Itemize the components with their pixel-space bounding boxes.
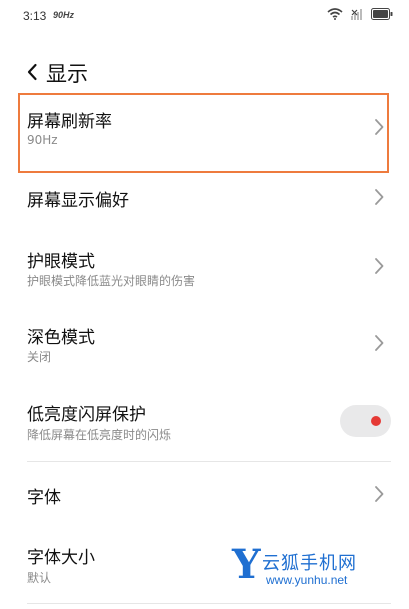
page-header: 显示 [0,52,409,92]
watermark-url: www.yunhu.net [266,573,348,587]
signal-off-icon [351,9,362,20]
chevron-right-icon [375,189,384,205]
toggle-indicator [371,416,381,426]
setting-row-refresh-rate[interactable]: 屏幕刷新率 90Hz [0,100,409,170]
section-divider [27,603,391,604]
watermark-logo: Y 云狐手机网 www.yunhu.net [232,541,392,595]
setting-row-font[interactable]: 字体 [0,475,409,515]
wifi-icon [327,8,343,20]
setting-row-dark-mode[interactable]: 深色模式 关闭 [0,316,409,376]
setting-title: 深色模式 [27,328,95,348]
setting-subtitle: 90Hz [27,133,58,147]
setting-row-eye-care[interactable]: 护眼模式 护眼模式降低蓝光对眼睛的伤害 [0,240,409,300]
chevron-right-icon [375,258,384,274]
watermark-name: 云狐手机网 [262,553,357,574]
setting-row-display-preference[interactable]: 屏幕显示偏好 [0,178,409,218]
chevron-left-icon [27,63,37,81]
setting-title: 护眼模式 [27,252,95,272]
setting-subtitle: 降低屏幕在低亮度时的闪烁 [27,428,172,442]
setting-subtitle: 关闭 [27,350,52,364]
chevron-right-icon [375,335,384,351]
refresh-rate-badge: 90Hz [53,10,75,20]
setting-title: 字体 [27,488,61,508]
status-icons [327,8,393,20]
status-bar: 3:13 90Hz [0,0,409,32]
status-time: 3:13 [23,9,47,23]
flicker-protection-toggle[interactable] [340,405,391,437]
back-button[interactable] [22,60,42,84]
chevron-right-icon [375,486,384,502]
setting-title: 屏幕刷新率 [27,112,112,132]
setting-title: 字体大小 [27,548,95,568]
watermark-letter: Y [232,541,261,588]
setting-subtitle: 默认 [27,571,52,585]
section-divider [27,461,391,462]
setting-title: 屏幕显示偏好 [27,191,129,211]
page-title: 显示 [46,62,88,86]
setting-title: 低亮度闪屏保护 [27,405,146,425]
battery-icon [371,8,393,20]
chevron-right-icon [375,119,384,135]
setting-subtitle: 护眼模式降低蓝光对眼睛的伤害 [27,274,196,288]
